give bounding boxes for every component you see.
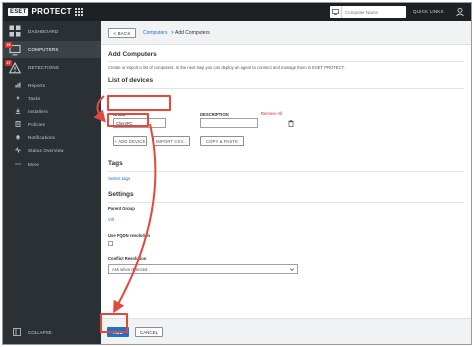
sidebar-item-computers[interactable]: 25 COMPUTERS xyxy=(3,41,101,58)
app-grid-icon[interactable] xyxy=(75,8,83,16)
collapse-icon xyxy=(13,328,21,336)
sidebar: DASHBOARD 25 COMPUTERS 47 DETECTIONS Rep… xyxy=(3,21,101,344)
back-button[interactable]: < BACK xyxy=(108,28,136,38)
intro-text: Create or import a list of computers. In… xyxy=(108,65,345,70)
highlight-name-field xyxy=(107,95,171,111)
sidebar-item-label: Installers xyxy=(28,109,49,114)
breadcrumb-separator: > xyxy=(171,30,174,36)
breadcrumb-current: Add Computers xyxy=(175,30,210,36)
import-csv-button[interactable]: IMPORT CSV... xyxy=(153,136,190,146)
sidebar-item-notifications[interactable]: Notifications xyxy=(3,131,101,144)
sidebar-item-label: More xyxy=(28,162,40,167)
select-tags-link[interactable]: Select tags xyxy=(108,176,130,181)
logo-text: PROTECT xyxy=(31,7,72,16)
page-title: Add Computers xyxy=(108,51,157,58)
breadcrumb: < BACK Computers > Add Computers xyxy=(101,21,471,45)
collapse-sidebar-button[interactable]: COLLAPSE xyxy=(3,322,101,342)
conflict-resolution-label: Conflict Resolution xyxy=(108,256,147,261)
quick-links-menu[interactable]: QUICK LINKS xyxy=(413,9,444,14)
computer-search[interactable] xyxy=(330,6,406,18)
tasks-icon xyxy=(16,95,20,101)
sidebar-item-label: Reports xyxy=(28,83,46,88)
settings-title: Settings xyxy=(108,191,134,198)
sidebar-item-label: Notifications xyxy=(28,135,56,140)
conflict-resolution-select[interactable]: Ask when detected xyxy=(108,264,298,274)
sidebar-item-policies[interactable]: Policies xyxy=(3,118,101,131)
sidebar-item-status-overview[interactable]: Status Overview xyxy=(3,144,101,157)
sidebar-item-label: Tasks xyxy=(28,96,41,101)
fqdn-checkbox[interactable] xyxy=(108,241,113,246)
sidebar-item-reports[interactable]: Reports xyxy=(3,79,101,92)
sidebar-item-detections[interactable]: 47 DETECTIONS xyxy=(3,59,101,76)
add-device-button[interactable]: + ADD DEVICE xyxy=(113,136,147,146)
description-column-header: DESCRIPTION xyxy=(200,112,229,117)
policies-icon xyxy=(15,121,21,127)
sidebar-item-dashboard[interactable]: DASHBOARD xyxy=(3,23,101,39)
divider xyxy=(108,202,464,203)
sidebar-item-label: DASHBOARD xyxy=(28,28,59,34)
device-description-input[interactable] xyxy=(200,118,258,128)
eset-logo: ESET PROTECT xyxy=(8,7,72,16)
fqdn-label: Use FQDN resolution xyxy=(108,233,151,238)
footer-bar: ADD CANCEL xyxy=(101,318,471,344)
sidebar-item-installers[interactable]: Installers xyxy=(3,105,101,118)
user-icon[interactable] xyxy=(455,7,465,17)
divider xyxy=(108,88,464,89)
divider xyxy=(108,171,464,172)
divider xyxy=(108,61,464,62)
logo-badge: ESET xyxy=(8,7,29,16)
computers-alert-badge: 25 xyxy=(5,42,12,48)
chevron-down-icon xyxy=(290,268,294,271)
sidebar-item-tasks[interactable]: Tasks xyxy=(3,92,101,105)
breadcrumb-computers-link[interactable]: Computers xyxy=(143,30,167,36)
remove-all-link[interactable]: Remove All xyxy=(261,111,282,116)
top-bar: ESET PROTECT QUICK LINKS xyxy=(3,3,471,21)
collapse-label: COLLAPSE xyxy=(28,329,52,335)
search-scope-icon[interactable] xyxy=(330,6,342,18)
notifications-icon xyxy=(16,135,20,140)
highlight-add-button xyxy=(100,313,128,333)
app-window: ESET PROTECT QUICK LINKS DASHBOARD 25 CO… xyxy=(2,2,472,345)
reports-icon xyxy=(15,82,21,88)
sidebar-item-label: Status Overview xyxy=(28,148,64,153)
list-of-devices-title: List of devices xyxy=(108,77,154,84)
parent-group-label: Parent Group xyxy=(108,206,135,211)
copy-paste-button[interactable]: COPY & PASTE xyxy=(200,136,244,146)
detections-alert-badge: 47 xyxy=(5,60,12,66)
sidebar-item-label: COMPUTERS xyxy=(28,47,59,52)
conflict-resolution-value: Ask when detected xyxy=(112,266,148,272)
parent-group-link[interactable]: /All xyxy=(108,217,114,222)
sidebar-item-label: Policies xyxy=(28,122,46,127)
main-content: < BACK Computers > Add Computers Add Com… xyxy=(101,21,471,344)
more-icon xyxy=(15,163,21,165)
cancel-button[interactable]: CANCEL xyxy=(135,327,163,337)
trash-icon[interactable] xyxy=(288,120,294,127)
tags-title: Tags xyxy=(108,160,123,167)
dashboard-icon xyxy=(9,25,21,37)
highlight-add-device xyxy=(107,113,149,127)
sidebar-item-label: DETECTIONS xyxy=(28,65,60,70)
installers-icon xyxy=(15,108,21,114)
sidebar-item-more[interactable]: More xyxy=(3,158,101,171)
status-overview-icon xyxy=(15,147,21,153)
search-input[interactable] xyxy=(342,9,402,15)
